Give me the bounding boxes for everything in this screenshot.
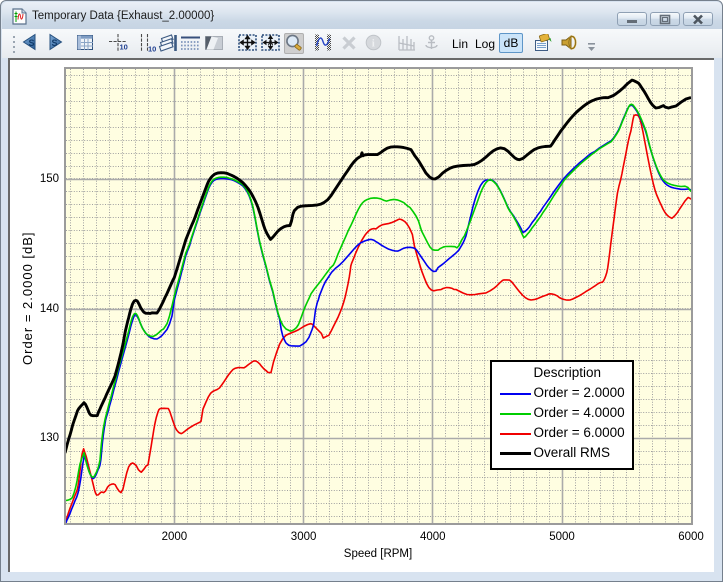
svg-text:10: 10 xyxy=(120,43,128,52)
svg-text:S: S xyxy=(52,38,58,48)
svg-text:10: 10 xyxy=(148,45,156,54)
svg-text:i: i xyxy=(372,38,375,50)
svg-text:A: A xyxy=(268,39,274,48)
svg-text:S: S xyxy=(29,38,35,48)
